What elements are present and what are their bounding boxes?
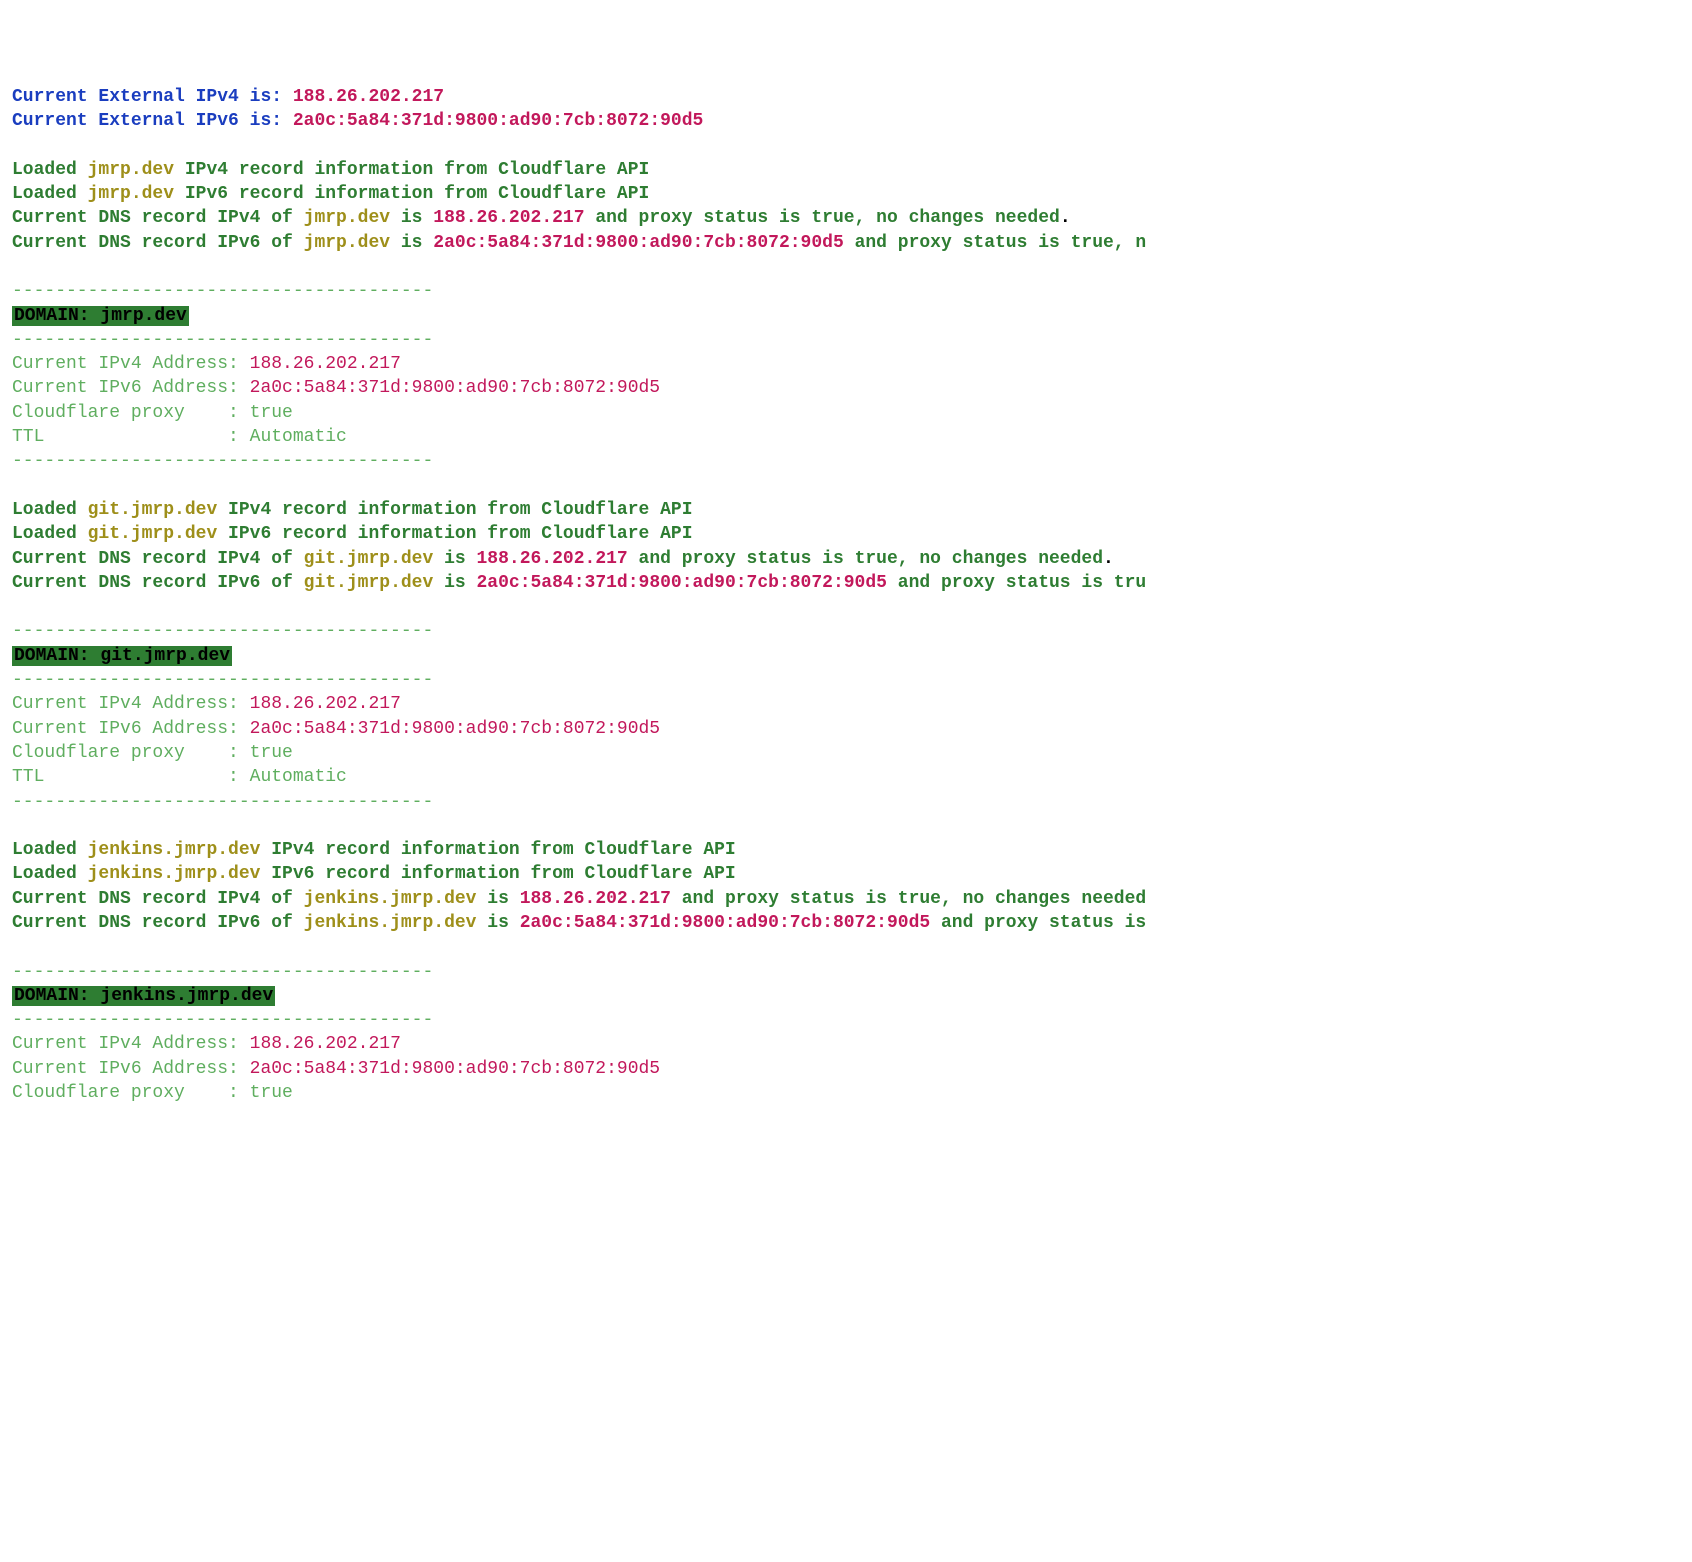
separator: --------------------------------------- xyxy=(12,670,433,690)
separator: --------------------------------------- xyxy=(12,330,433,350)
dns-line: Current DNS record IPv6 of xyxy=(12,913,304,933)
loaded-tail: IPv4 record information from Cloudflare … xyxy=(260,840,735,860)
domain-header: DOMAIN: git.jmrp.dev xyxy=(12,646,232,666)
dot: . xyxy=(1060,208,1071,228)
domain-name: git.jmrp.dev xyxy=(304,549,434,569)
field-label: TTL : xyxy=(12,767,250,787)
separator: --------------------------------------- xyxy=(12,451,433,471)
field-value: true xyxy=(250,743,293,763)
loaded-line: Loaded xyxy=(12,184,88,204)
loaded-tail: IPv6 record information from Cloudflare … xyxy=(217,524,692,544)
domain-name: jmrp.dev xyxy=(304,208,390,228)
ip-value: 2a0c:5a84:371d:9800:ad90:7cb:8072:90d5 xyxy=(477,573,887,593)
ip-value: 188.26.202.217 xyxy=(433,208,584,228)
ip-value: 188.26.202.217 xyxy=(520,889,671,909)
value-ext-ipv4: 188.26.202.217 xyxy=(293,87,444,107)
field-value: 2a0c:5a84:371d:9800:ad90:7cb:8072:90d5 xyxy=(250,378,660,398)
field-label: Current IPv4 Address: xyxy=(12,694,250,714)
field-value: 188.26.202.217 xyxy=(250,694,401,714)
domain-name: jmrp.dev xyxy=(88,184,174,204)
separator: --------------------------------------- xyxy=(12,792,433,812)
field-label: Current IPv6 Address: xyxy=(12,1059,250,1079)
domain-name: jenkins.jmrp.dev xyxy=(304,913,477,933)
field-label: Current IPv6 Address: xyxy=(12,378,250,398)
loaded-tail: IPv6 record information from Cloudflare … xyxy=(260,864,735,884)
domain-name: git.jmrp.dev xyxy=(304,573,434,593)
dns-line: Current DNS record IPv4 of xyxy=(12,208,304,228)
field-value: true xyxy=(250,403,293,423)
separator: --------------------------------------- xyxy=(12,962,433,982)
ip-value: 2a0c:5a84:371d:9800:ad90:7cb:8072:90d5 xyxy=(433,233,843,253)
loaded-line: Loaded xyxy=(12,840,88,860)
field-label: Cloudflare proxy : xyxy=(12,403,250,423)
field-label: TTL : xyxy=(12,427,250,447)
domain-name: jmrp.dev xyxy=(304,233,390,253)
domain-name: jmrp.dev xyxy=(88,160,174,180)
domain-name: git.jmrp.dev xyxy=(88,500,218,520)
ip-value: 2a0c:5a84:371d:9800:ad90:7cb:8072:90d5 xyxy=(520,913,930,933)
domain-header: DOMAIN: jmrp.dev xyxy=(12,306,189,326)
loaded-tail: IPv4 record information from Cloudflare … xyxy=(174,160,649,180)
dns-line: Current DNS record IPv6 of xyxy=(12,573,304,593)
field-label: Current IPv6 Address: xyxy=(12,719,250,739)
field-label: Cloudflare proxy : xyxy=(12,743,250,763)
field-value: 188.26.202.217 xyxy=(250,354,401,374)
dot: . xyxy=(1103,549,1114,569)
field-value: 188.26.202.217 xyxy=(250,1034,401,1054)
domain-name: jenkins.jmrp.dev xyxy=(88,864,261,884)
label-ext-ipv6: Current External IPv6 is: xyxy=(12,111,293,131)
loaded-line: Loaded xyxy=(12,500,88,520)
field-value: 2a0c:5a84:371d:9800:ad90:7cb:8072:90d5 xyxy=(250,1059,660,1079)
dns-line: Current DNS record IPv6 of xyxy=(12,233,304,253)
domain-name: jenkins.jmrp.dev xyxy=(88,840,261,860)
dns-line: Current DNS record IPv4 of xyxy=(12,889,304,909)
loaded-tail: IPv6 record information from Cloudflare … xyxy=(174,184,649,204)
field-label: Cloudflare proxy : xyxy=(12,1083,250,1103)
loaded-line: Loaded xyxy=(12,160,88,180)
ip-value: 188.26.202.217 xyxy=(477,549,628,569)
label-ext-ipv4: Current External IPv4 is: xyxy=(12,87,293,107)
loaded-line: Loaded xyxy=(12,864,88,884)
field-value: Automatic xyxy=(250,767,347,787)
separator: --------------------------------------- xyxy=(12,1010,433,1030)
field-label: Current IPv4 Address: xyxy=(12,1034,250,1054)
domain-header: DOMAIN: jenkins.jmrp.dev xyxy=(12,986,275,1006)
field-label: Current IPv4 Address: xyxy=(12,354,250,374)
separator: --------------------------------------- xyxy=(12,621,433,641)
loaded-tail: IPv4 record information from Cloudflare … xyxy=(217,500,692,520)
domain-name: git.jmrp.dev xyxy=(88,524,218,544)
dns-line: Current DNS record IPv4 of xyxy=(12,549,304,569)
domain-name: jenkins.jmrp.dev xyxy=(304,889,477,909)
separator: --------------------------------------- xyxy=(12,281,433,301)
terminal-output: Current External IPv4 is: 188.26.202.217… xyxy=(12,85,1680,1105)
value-ext-ipv6: 2a0c:5a84:371d:9800:ad90:7cb:8072:90d5 xyxy=(293,111,703,131)
field-value: Automatic xyxy=(250,427,347,447)
field-value: 2a0c:5a84:371d:9800:ad90:7cb:8072:90d5 xyxy=(250,719,660,739)
field-value: true xyxy=(250,1083,293,1103)
loaded-line: Loaded xyxy=(12,524,88,544)
